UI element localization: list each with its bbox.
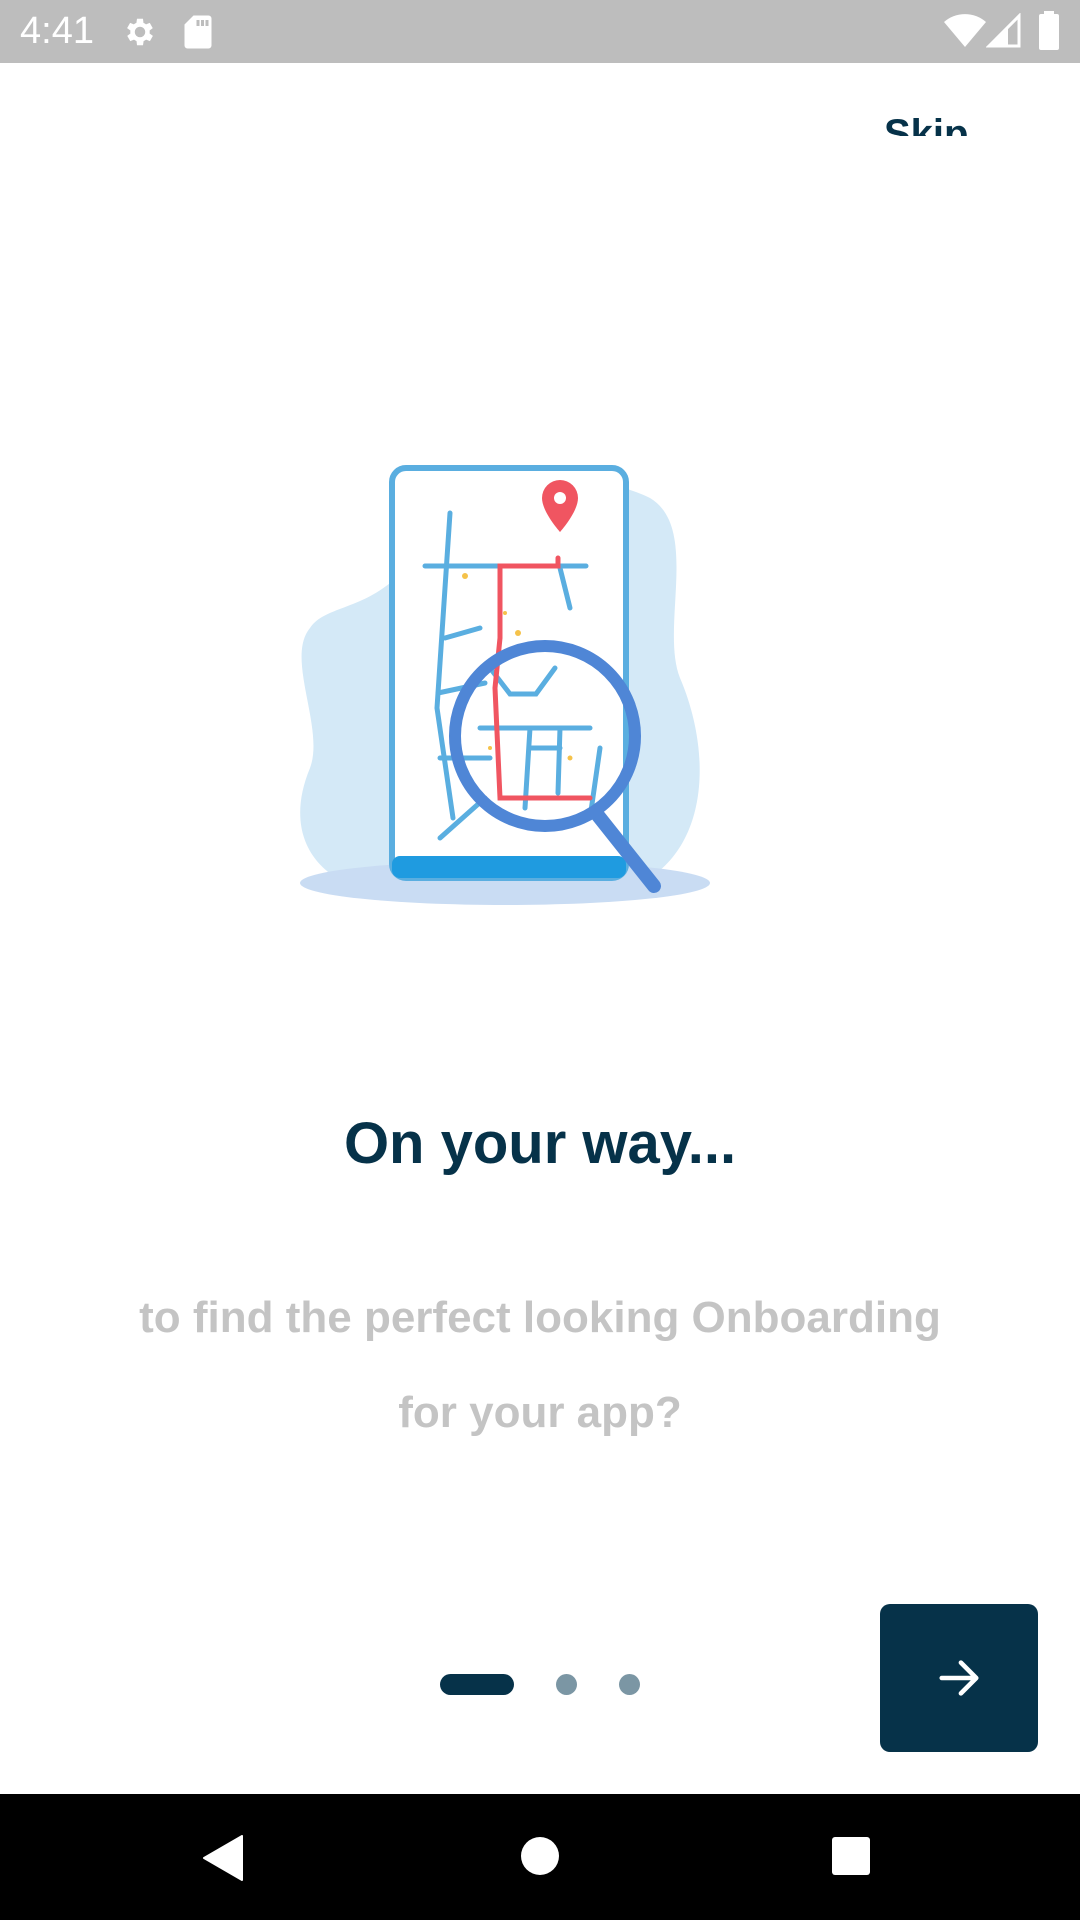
page-indicator-dot-active[interactable]	[440, 1674, 514, 1695]
gear-icon	[127, 18, 153, 46]
skip-button[interactable]: Skip	[884, 112, 968, 136]
next-button[interactable]	[880, 1604, 1038, 1752]
status-bar: 4:41	[0, 0, 1080, 63]
status-time: 4:41	[20, 10, 94, 52]
onboarding-title: On your way...	[343, 1111, 737, 1176]
recents-icon[interactable]	[831, 1836, 871, 1876]
subtitle-line-1: to find the perfect looking Onboarding	[139, 1293, 941, 1342]
page-indicator-dot-3[interactable]	[619, 1674, 640, 1695]
navigation-bar	[0, 1794, 1080, 1920]
home-icon[interactable]	[520, 1836, 560, 1876]
battery-icon	[1039, 11, 1059, 50]
map-search-illustration	[300, 465, 710, 905]
skip-button-container[interactable]: Skip	[860, 100, 1000, 136]
back-icon[interactable]	[202, 1835, 244, 1881]
wifi-icon	[944, 14, 986, 47]
page-indicator-dot-2[interactable]	[556, 1674, 577, 1695]
signal-icon	[986, 13, 1021, 48]
onboarding-subtitle: to find the perfect looking Onboarding f…	[90, 1270, 990, 1460]
phone-bottom-bar	[392, 856, 626, 878]
onboarding-screen: 4:41 Skip On your way... to find the per…	[0, 0, 1080, 1920]
subtitle-line-2: for your app?	[398, 1388, 682, 1437]
sd-card-icon	[184, 15, 212, 49]
page-indicator	[440, 1672, 640, 1696]
arrow-right-icon	[939, 1660, 979, 1696]
